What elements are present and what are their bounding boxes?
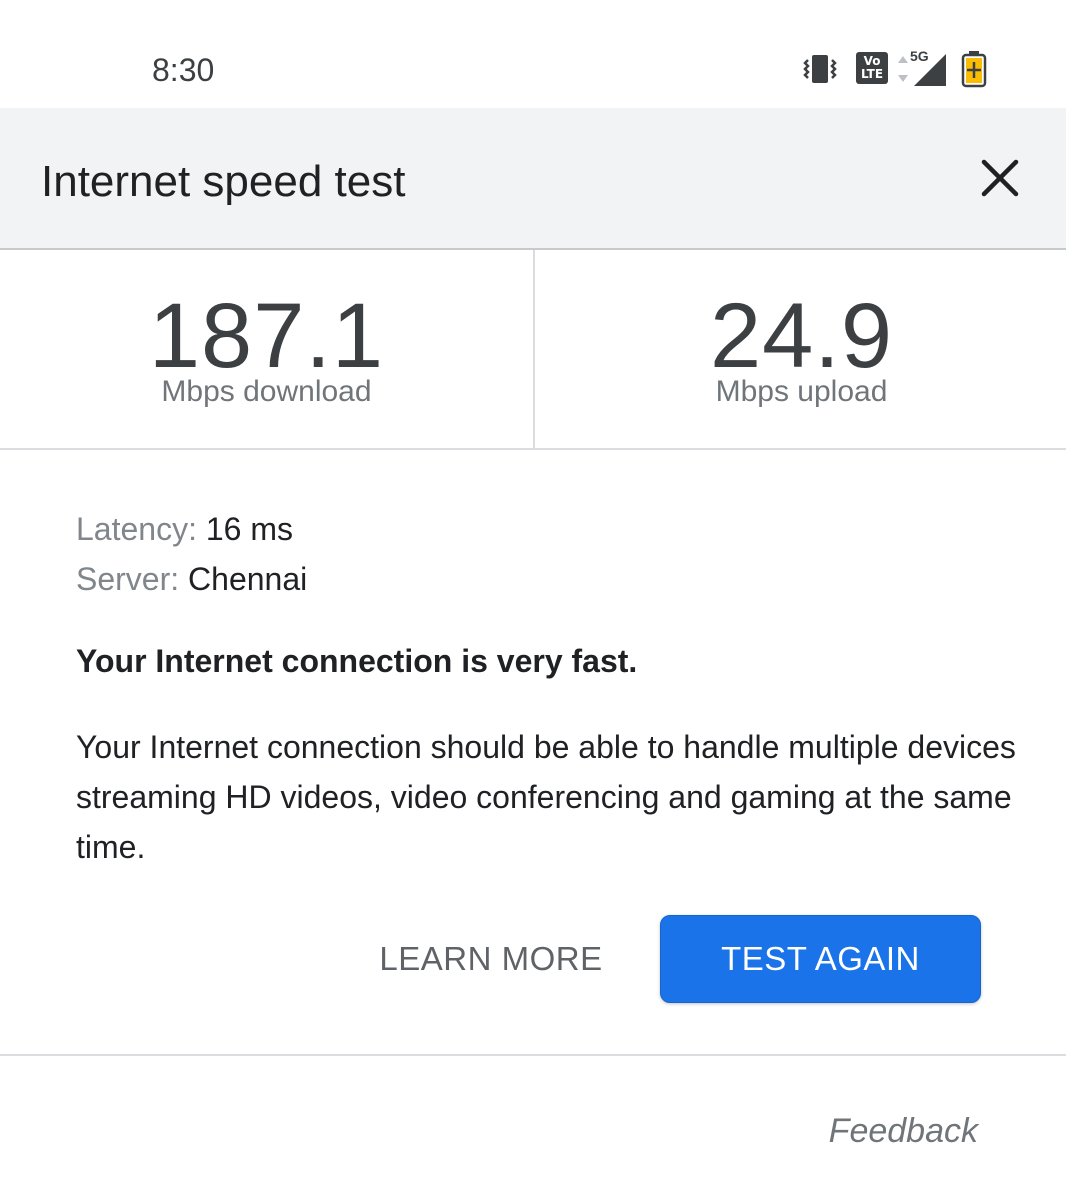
latency-value: 16 ms: [205, 511, 293, 547]
signal-5g-icon: [914, 54, 946, 86]
vibrate-icon: [803, 55, 837, 83]
status-bar: 8:30 Vo LTE 5G: [0, 0, 1066, 108]
speed-results: 187.1 Mbps download 24.9 Mbps upload: [0, 250, 1066, 450]
test-again-button[interactable]: TEST AGAIN: [660, 915, 981, 1003]
server-label: Server:: [76, 561, 180, 597]
download-speed-unit: Mbps download: [161, 375, 372, 408]
close-button[interactable]: [972, 150, 1028, 206]
upload-speed-value: 24.9: [709, 285, 894, 387]
dialog-header: Internet speed test: [0, 108, 1066, 250]
test-details: Latency: 16 ms Server: Chennai: [76, 504, 1006, 604]
latency-label: Latency:: [76, 511, 197, 547]
speed-verdict: Your Internet connection is very fast.: [76, 643, 638, 679]
footer-divider: [0, 1054, 1066, 1056]
status-time: 8:30: [152, 52, 215, 88]
learn-more-button[interactable]: LEARN MORE: [370, 924, 612, 994]
upload-result: 24.9 Mbps upload: [535, 250, 1066, 448]
battery-charging-icon: [961, 51, 987, 88]
upload-speed-unit: Mbps upload: [715, 375, 888, 408]
signal-arrows-icon: [898, 56, 908, 82]
download-result: 187.1 Mbps download: [0, 250, 533, 448]
volte-icon: Vo LTE: [856, 52, 888, 84]
speed-description: Your Internet connection should be able …: [76, 729, 1016, 865]
page-title: Internet speed test: [41, 157, 406, 206]
volte-bottom-label: LTE: [860, 67, 884, 81]
server-row: Server: Chennai: [76, 554, 1006, 604]
latency-row: Latency: 16 ms: [76, 504, 1006, 554]
download-speed-value: 187.1: [148, 285, 385, 387]
server-value: Chennai: [188, 561, 308, 597]
feedback-link[interactable]: Feedback: [829, 1110, 978, 1152]
close-icon: [981, 159, 1019, 197]
